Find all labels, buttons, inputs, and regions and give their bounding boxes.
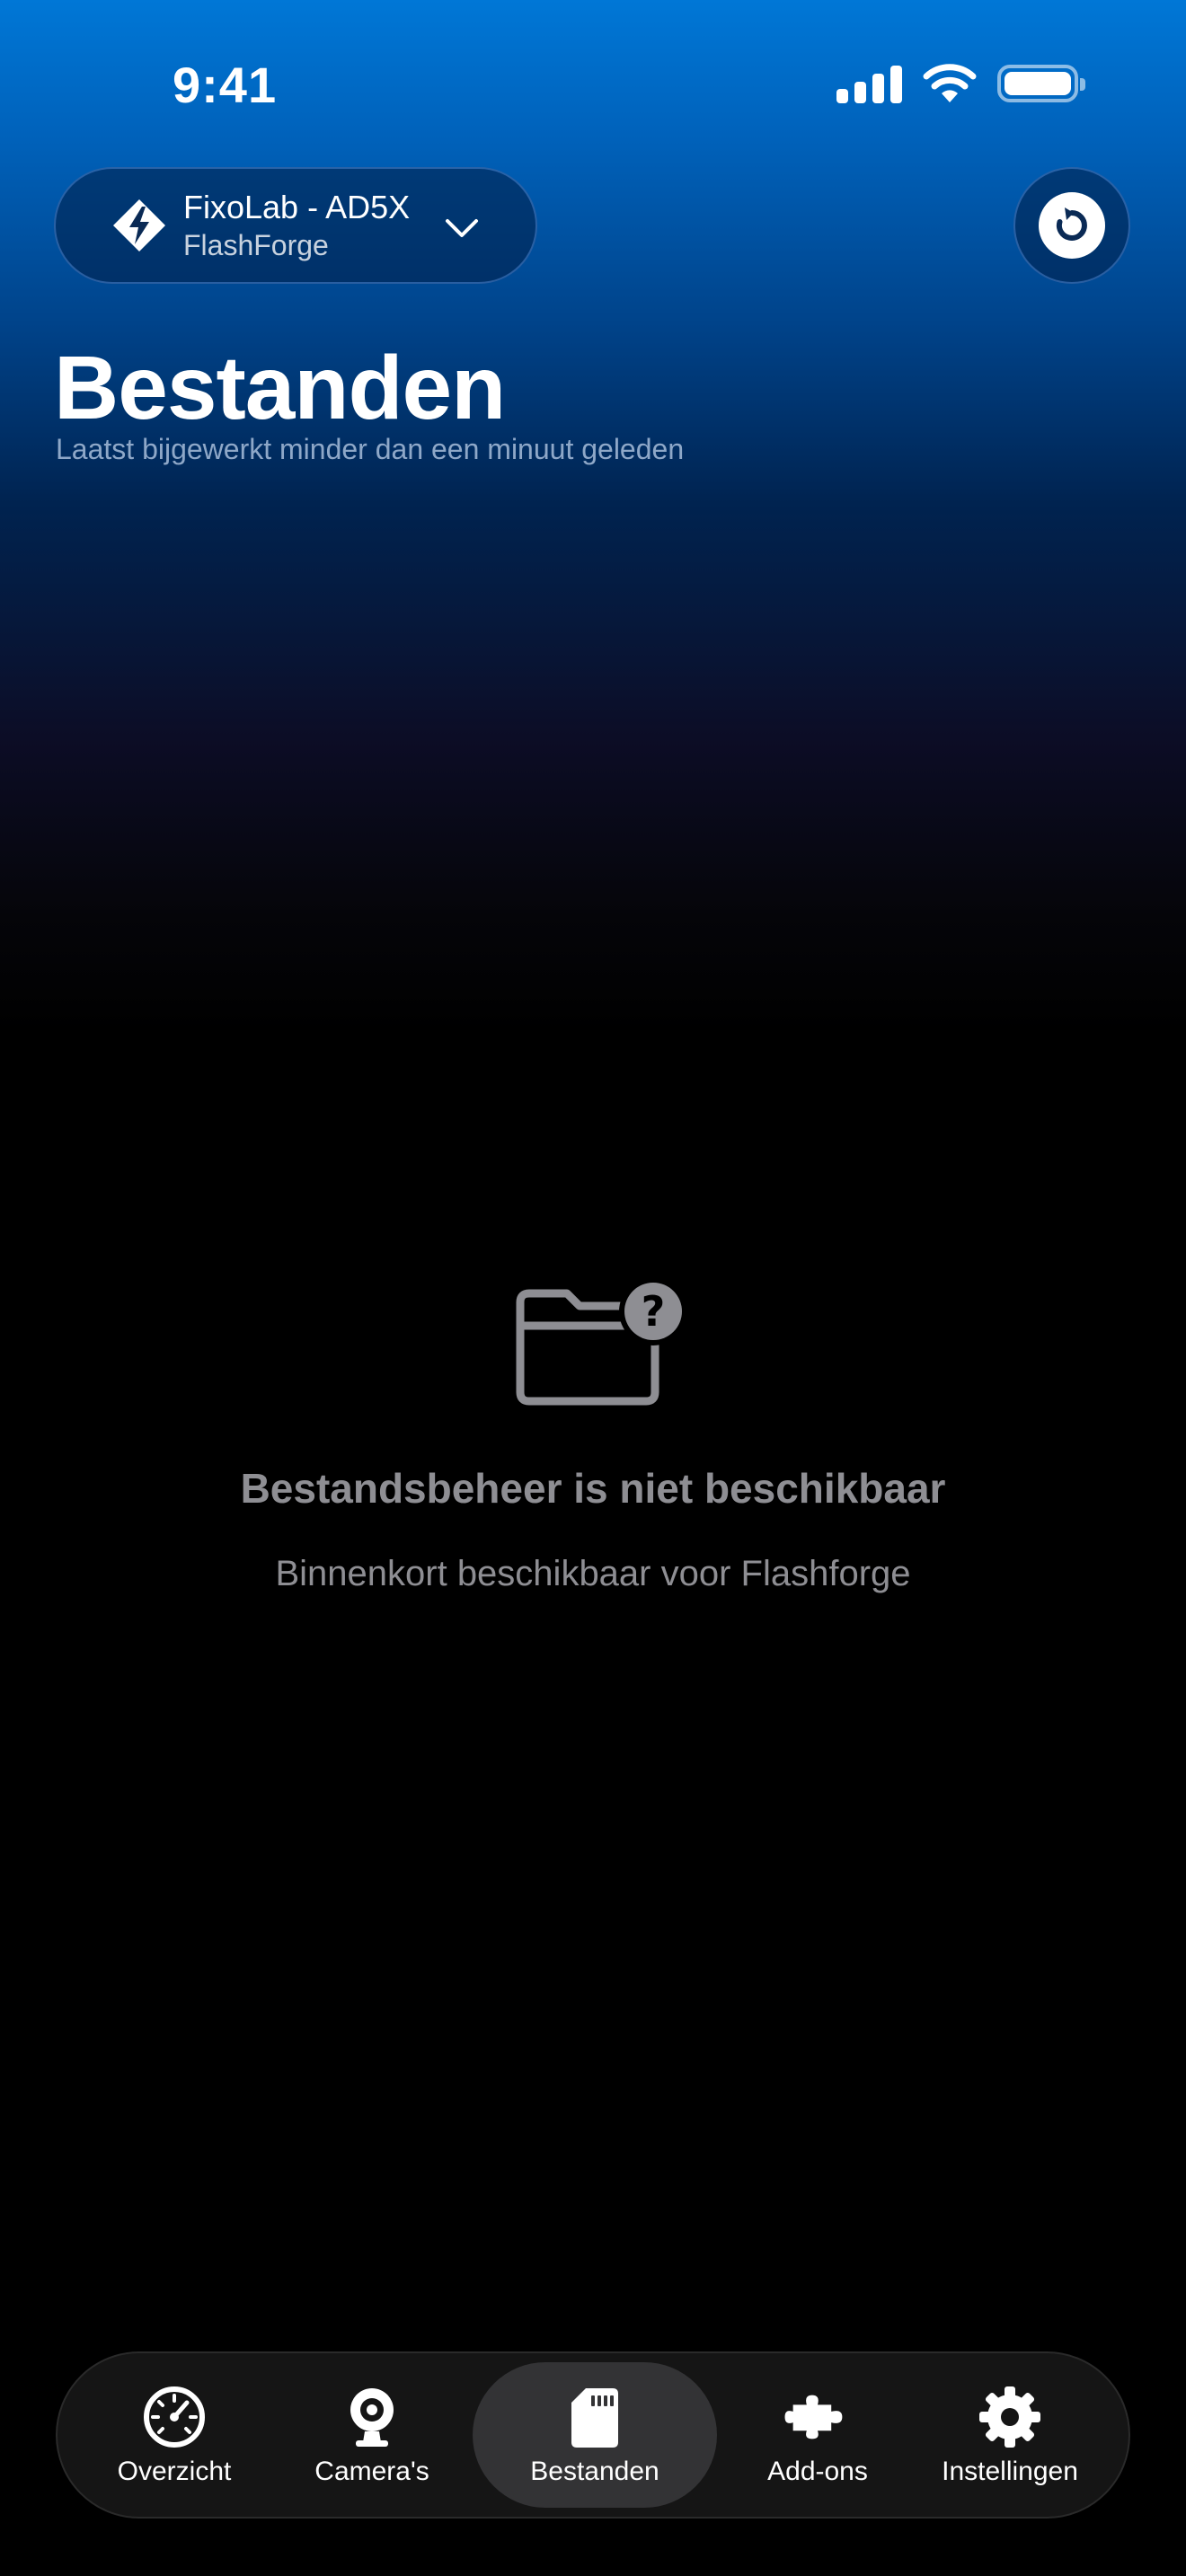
refresh-button[interactable] [1013, 167, 1130, 284]
status-time: 9:41 [173, 57, 278, 113]
refresh-icon-background [1039, 192, 1105, 259]
status-icons [836, 63, 1085, 104]
printer-selector[interactable]: FixoLab - AD5X FlashForge [54, 167, 537, 284]
tab-label: Overzicht [117, 2457, 232, 2486]
refresh-icon [1056, 207, 1087, 241]
tab-addons[interactable]: Add-ons [737, 2362, 898, 2508]
puzzle-icon [784, 2395, 843, 2439]
tab-settings[interactable]: Instellingen [920, 2362, 1100, 2508]
folder-question-icon: ? [516, 1277, 687, 1406]
empty-state-title: Bestandsbeheer is niet beschikbaar [240, 1465, 946, 1512]
tab-label: Bestanden [530, 2457, 659, 2486]
gauge-icon [144, 2386, 205, 2448]
page-title: Bestanden [54, 338, 506, 438]
tab-bar: Overzicht Camera's Bestanden Add-ons Ins… [56, 2351, 1130, 2519]
tab-cameras[interactable]: Camera's [291, 2362, 453, 2508]
webcam-icon [350, 2388, 394, 2447]
tab-overview[interactable]: Overzicht [93, 2362, 255, 2508]
printer-brand: FlashForge [183, 229, 329, 261]
empty-state-subtitle: Binnenkort beschikbaar voor Flashforge [275, 1554, 911, 1593]
sd-card-icon [571, 2388, 618, 2448]
printer-info: FixoLab - AD5X FlashForge [183, 188, 410, 263]
cellular-signal-icon [836, 64, 902, 103]
flashforge-logo-icon [113, 199, 165, 251]
chevron-down-icon [446, 219, 478, 237]
tab-label: Camera's [314, 2457, 429, 2486]
status-bar: 9:41 [0, 0, 1186, 171]
tab-label: Add-ons [767, 2457, 868, 2486]
wifi-icon [923, 64, 977, 102]
printer-name: FixoLab - AD5X [183, 189, 411, 225]
svg-text:?: ? [642, 1287, 666, 1336]
battery-icon [997, 65, 1085, 102]
tab-label: Instellingen [942, 2457, 1078, 2486]
last-updated-text: Laatst bijgewerkt minder dan een minuut … [56, 433, 685, 465]
tab-files[interactable]: Bestanden [473, 2362, 717, 2508]
files-screen: 9:41 FixoLab - AD5X FlashForge Bestanden… [0, 0, 1186, 2576]
gear-icon [979, 2386, 1040, 2448]
empty-state: ? Bestandsbeheer is niet beschikbaar Bin… [0, 1275, 1186, 1594]
